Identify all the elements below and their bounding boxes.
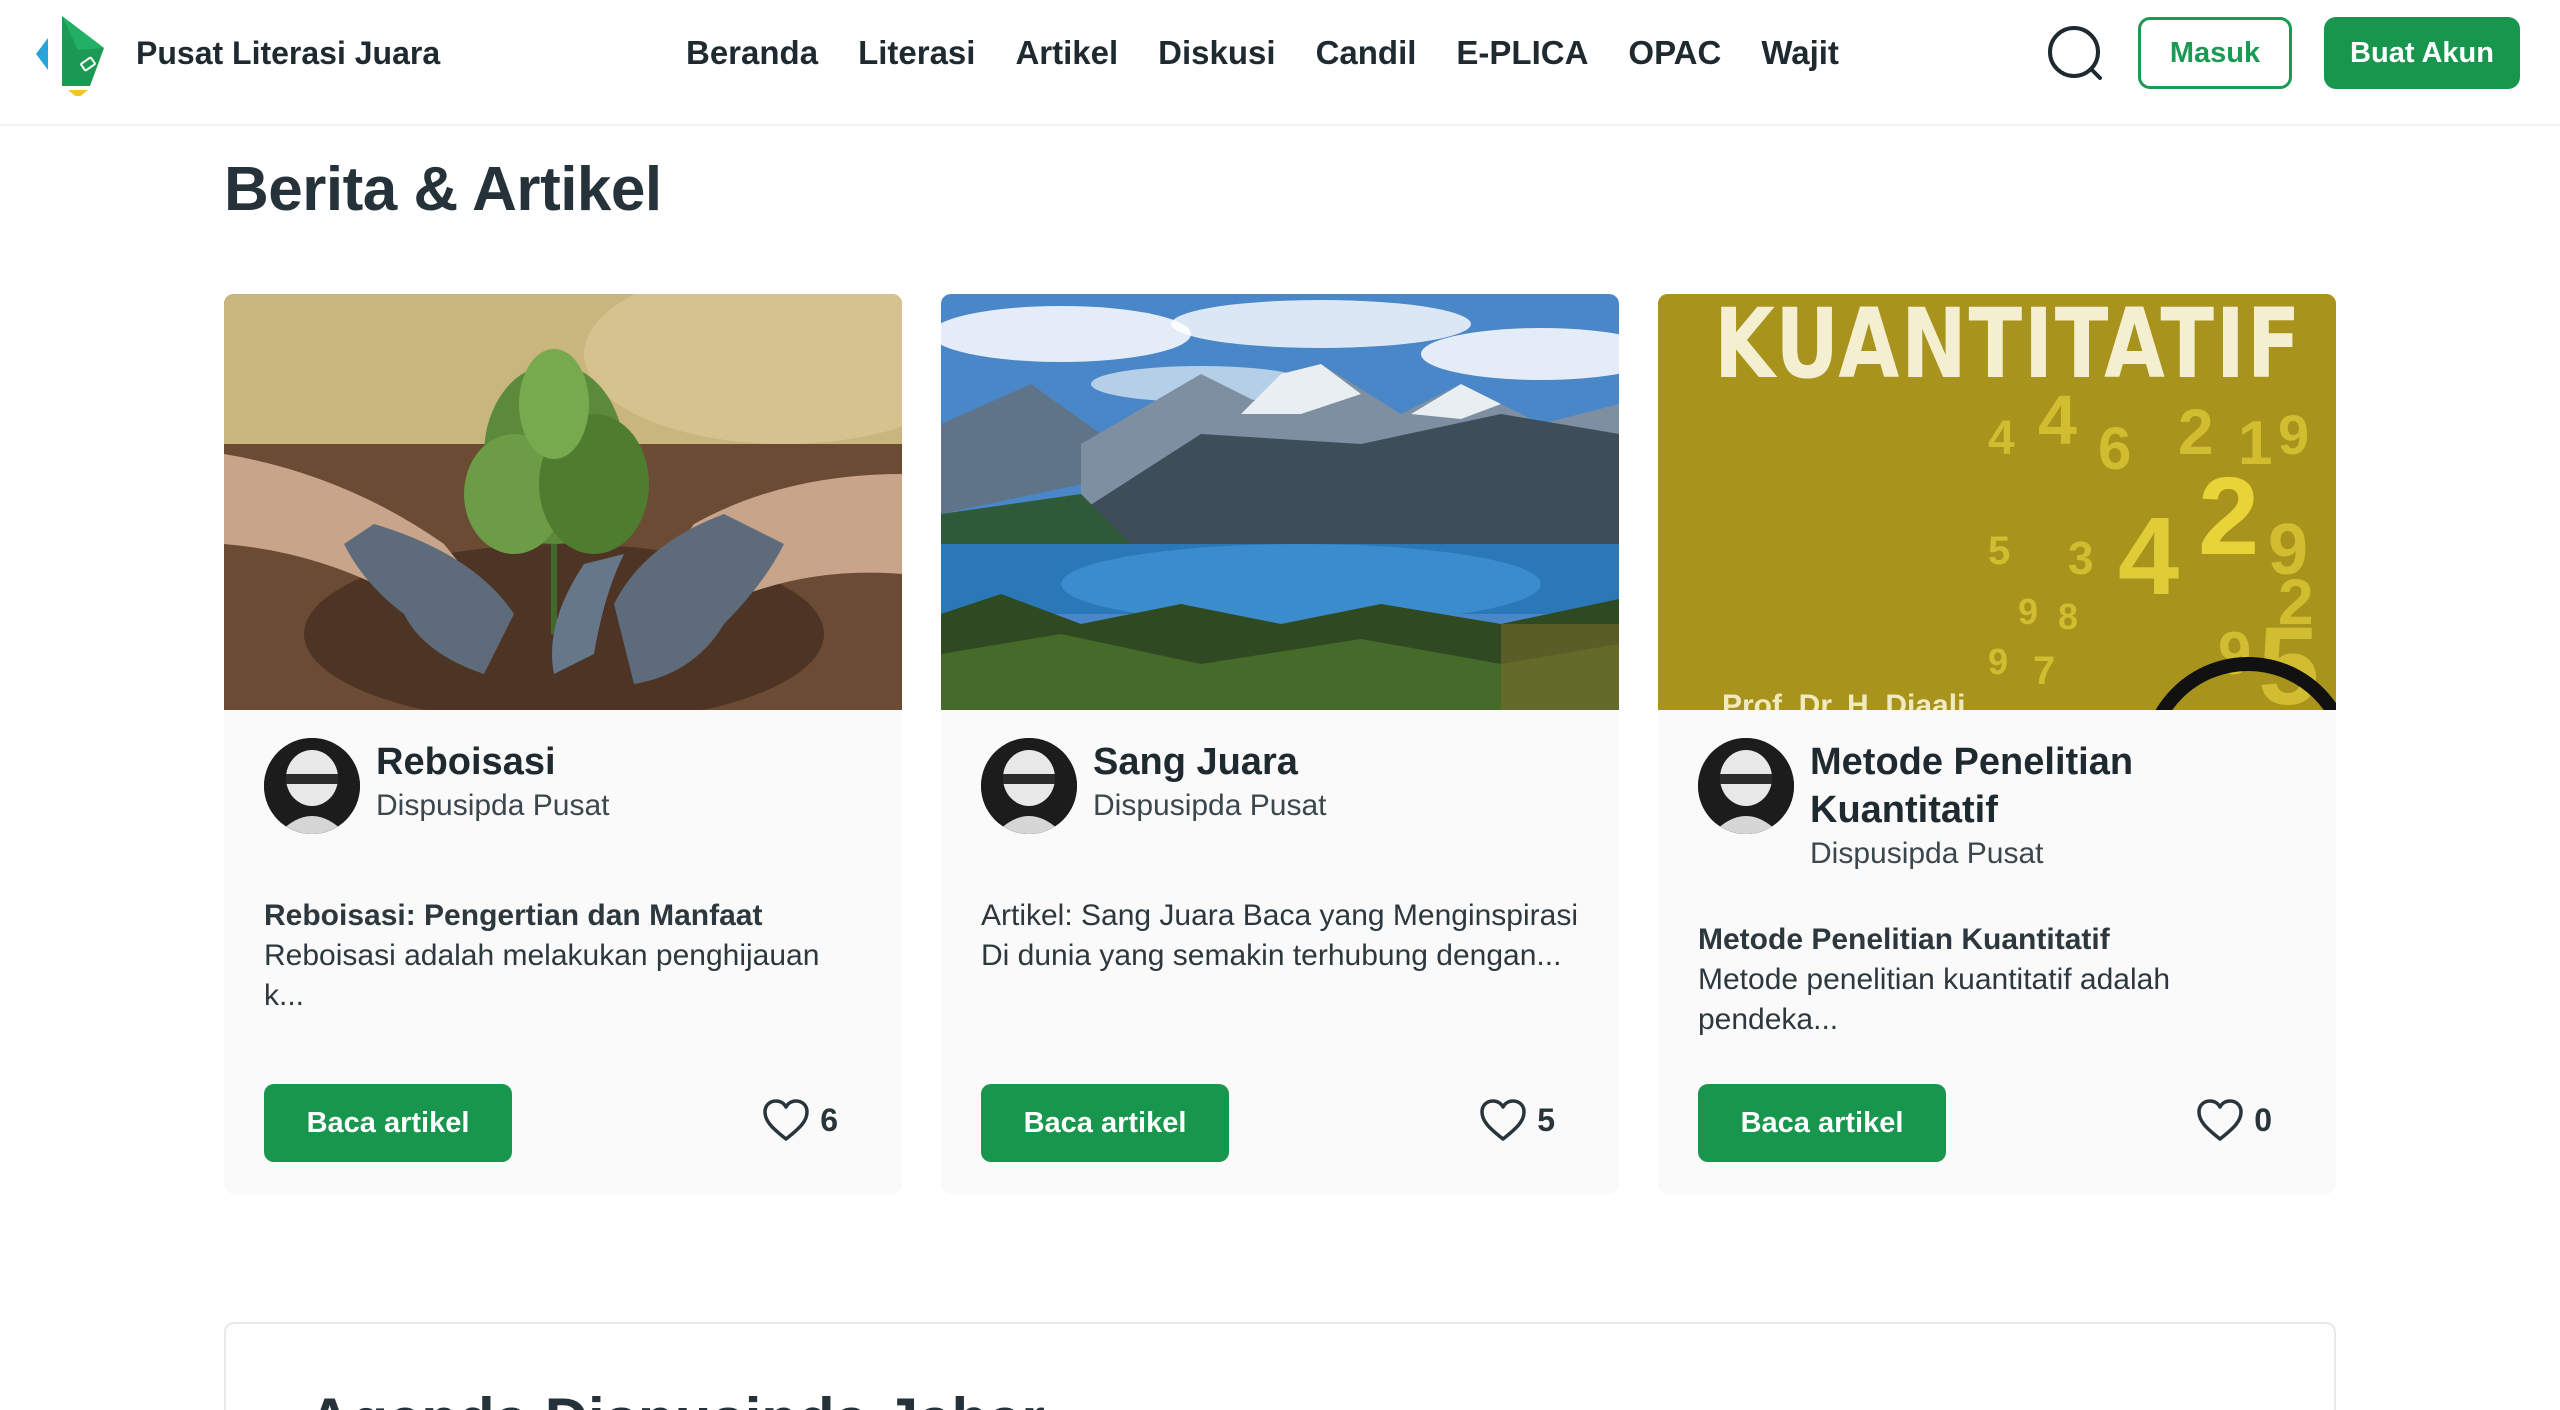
article-thumbnail[interactable] (941, 294, 1619, 710)
like-count: 5 (1537, 1101, 1555, 1138)
like-button[interactable]: 0 (2196, 1098, 2272, 1142)
cover-title: KUANTITATIF (1714, 294, 2303, 400)
avatar[interactable] (1698, 738, 1794, 834)
agenda-section: Agenda Dispusipda Jabar (224, 1322, 2336, 1410)
article-excerpt: Reboisasi: Pengertian dan Manfaat Rebois… (264, 896, 864, 1016)
article-excerpt: Metode Penelitian Kuantitatif Metode pen… (1698, 920, 2298, 1040)
nav-diskusi[interactable]: Diskusi (1158, 33, 1275, 73)
main-nav: Beranda Literasi Artikel Diskusi Candil … (686, 33, 1839, 73)
nav-wajit[interactable]: Wajit (1761, 33, 1839, 73)
cover-author: Prof. Dr. H. Djaali (1722, 689, 1966, 710)
excerpt-text: Artikel: Sang Juara Baca yang Menginspir… (981, 899, 1578, 972)
nav-e-plica[interactable]: E-PLICA (1456, 33, 1588, 73)
article-author: Dispusipda Pusat (1810, 837, 2044, 870)
login-button[interactable]: Masuk (2138, 17, 2292, 89)
heart-icon (2197, 1099, 2243, 1141)
top-navbar: Pusat Literasi Juara Beranda Literasi Ar… (0, 0, 2560, 126)
article-thumbnail[interactable]: 4 4 6 2 1 9 5 3 4 2 9 2 9 8 9 7 9 5 KUAN… (1658, 294, 2336, 710)
svg-text:9: 9 (2278, 403, 2309, 466)
site-name[interactable]: Pusat Literasi Juara (136, 33, 440, 73)
svg-text:9: 9 (1988, 641, 2008, 682)
read-article-button[interactable]: Baca artikel (264, 1084, 512, 1162)
excerpt-heading: Reboisasi: Pengertian dan Manfaat (264, 899, 763, 932)
heart-icon (763, 1099, 809, 1141)
article-title[interactable]: Sang Juara (1093, 738, 1593, 786)
logo-icon[interactable] (34, 10, 126, 98)
svg-text:8: 8 (2058, 596, 2078, 637)
like-button[interactable]: 6 (762, 1098, 838, 1142)
svg-text:9: 9 (2018, 591, 2038, 632)
excerpt-heading: Metode Penelitian Kuantitatif (1698, 923, 2110, 956)
svg-text:3: 3 (2068, 532, 2094, 584)
like-count: 6 (820, 1101, 838, 1138)
like-button[interactable]: 5 (1479, 1098, 1555, 1142)
svg-text:6: 6 (2098, 415, 2131, 482)
article-author: Dispusipda Pusat (1093, 789, 1327, 822)
nav-candil[interactable]: Candil (1316, 33, 1417, 73)
nav-opac[interactable]: OPAC (1628, 33, 1721, 73)
register-button[interactable]: Buat Akun (2324, 17, 2520, 89)
excerpt-text: Reboisasi adalah melakukan penghijauan k… (264, 939, 820, 1012)
nav-artikel[interactable]: Artikel (1015, 33, 1118, 73)
article-thumbnail[interactable] (224, 294, 902, 710)
article-title[interactable]: Metode Penelitian Kuantitatif (1810, 738, 2310, 834)
article-card: 4 4 6 2 1 9 5 3 4 2 9 2 9 8 9 7 9 5 KUAN… (1658, 294, 2336, 1194)
read-article-button[interactable]: Baca artikel (981, 1084, 1229, 1162)
nav-literasi[interactable]: Literasi (858, 33, 975, 73)
article-title[interactable]: Reboisasi (376, 738, 876, 786)
heart-icon (1480, 1099, 1526, 1141)
search-icon[interactable] (2046, 24, 2106, 84)
svg-text:4: 4 (2118, 495, 2179, 618)
avatar[interactable] (981, 738, 1077, 834)
nav-beranda[interactable]: Beranda (686, 33, 818, 73)
excerpt-text: Metode penelitian kuantitatif adalah pen… (1698, 963, 2171, 1036)
article-excerpt: Artikel: Sang Juara Baca yang Menginspir… (981, 896, 1581, 976)
article-card: Reboisasi Dispusipda Pusat Reboisasi: Pe… (224, 294, 902, 1194)
svg-text:4: 4 (1988, 412, 2015, 465)
article-card: Sang Juara Dispusipda Pusat Artikel: San… (941, 294, 1619, 1194)
article-author: Dispusipda Pusat (376, 789, 610, 822)
avatar[interactable] (264, 738, 360, 834)
read-article-button[interactable]: Baca artikel (1698, 1084, 1946, 1162)
section-title: Berita & Artikel (224, 155, 662, 224)
agenda-title: Agenda Dispusipda Jabar (308, 1380, 1045, 1410)
svg-text:7: 7 (2033, 649, 2055, 693)
svg-text:9: 9 (2218, 620, 2251, 687)
like-count: 0 (2254, 1101, 2272, 1138)
svg-text:5: 5 (1988, 529, 2010, 573)
svg-text:2: 2 (2198, 455, 2259, 578)
